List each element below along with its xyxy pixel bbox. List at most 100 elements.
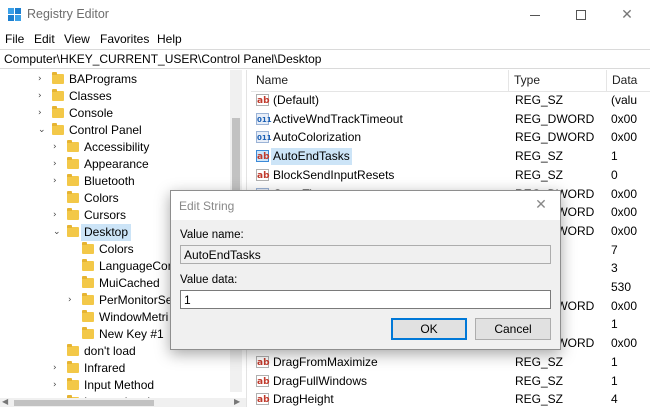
value-data: 1 xyxy=(611,373,618,388)
value-name: BlockSendInputResets xyxy=(273,167,395,182)
close-button[interactable]: ✕ xyxy=(604,0,650,30)
menu-help[interactable]: Help xyxy=(157,32,182,46)
folder-icon xyxy=(67,157,79,169)
tree-item-label: Bluetooth xyxy=(84,174,135,188)
menu-favorites[interactable]: Favorites xyxy=(100,32,149,46)
value-row[interactable]: ab DragFullWindows REG_SZ 1 xyxy=(251,372,650,391)
expand-chevron-icon[interactable]: › xyxy=(53,159,63,169)
tree-item[interactable]: › Appearance xyxy=(0,156,240,173)
value-data: 7 xyxy=(611,242,618,257)
value-type: REG_SZ xyxy=(515,93,564,107)
reg-string-icon: ab xyxy=(256,393,270,406)
reg-string-icon: ab xyxy=(256,168,270,181)
cancel-button[interactable]: Cancel xyxy=(475,318,551,340)
expand-chevron-icon[interactable]: › xyxy=(53,210,63,220)
folder-icon xyxy=(82,293,94,305)
expand-chevron-icon xyxy=(68,244,78,254)
folder-icon xyxy=(67,191,79,203)
close-icon: ✕ xyxy=(621,7,633,23)
expand-chevron-icon[interactable]: › xyxy=(68,295,78,305)
value-row[interactable]: 011 ActiveWndTrackTimeout REG_DWORD 0x00 xyxy=(251,110,650,129)
reg-binary-icon: 011 xyxy=(256,131,272,144)
tree-item[interactable]: › Infrared xyxy=(0,360,240,377)
tree-item-label: Colors xyxy=(99,242,134,256)
tree-item[interactable]: › Accessibility xyxy=(0,139,240,156)
value-data: 3 xyxy=(611,261,618,276)
value-type: REG_DWORD xyxy=(515,130,595,145)
reg-binary-icon: 011 xyxy=(256,112,272,125)
expand-chevron-icon xyxy=(68,261,78,271)
tree-item[interactable]: › Console xyxy=(0,105,240,122)
tree-item[interactable]: › Classes xyxy=(0,88,240,105)
minimize-icon xyxy=(530,15,540,16)
value-data: 1 xyxy=(611,149,618,164)
tree-item-label: Cursors xyxy=(84,208,127,222)
expand-chevron-icon[interactable]: › xyxy=(53,176,63,186)
value-type: REG_SZ xyxy=(515,392,564,407)
tree-item[interactable]: › Bluetooth xyxy=(0,173,240,190)
expand-chevron-icon[interactable]: › xyxy=(38,74,48,84)
menu-edit[interactable]: Edit xyxy=(34,32,55,46)
value-row[interactable]: ab (Default) REG_SZ (valu xyxy=(251,91,650,110)
tree-item-label: Console xyxy=(69,106,114,120)
menu-file[interactable]: File xyxy=(5,32,24,46)
reg-string-icon: ab xyxy=(256,94,270,106)
value-data-label: Value data: xyxy=(180,274,238,286)
value-data: 530 xyxy=(611,280,632,294)
expand-chevron-icon[interactable]: › xyxy=(38,108,48,118)
tree-item-label: Desktop xyxy=(81,224,132,241)
value-row[interactable]: ab DragFromMaximize REG_SZ 1 xyxy=(251,353,650,372)
tree-item-label: New Key #1 xyxy=(99,327,164,341)
value-type: REG_SZ xyxy=(515,373,564,388)
tree-item[interactable]: › Input Method xyxy=(0,377,240,394)
value-data: 0x00 xyxy=(611,298,638,313)
tree-item[interactable]: › BAPrograms xyxy=(0,71,240,88)
value-name-label: Value name: xyxy=(180,229,244,241)
folder-icon xyxy=(82,327,94,339)
value-name-field[interactable] xyxy=(180,245,551,264)
tree-item-label: Classes xyxy=(69,89,112,103)
value-name: DragFullWindows xyxy=(273,373,368,388)
value-type: REG_SZ xyxy=(515,149,564,164)
collapse-chevron-icon[interactable]: ⌄ xyxy=(38,125,48,135)
minimize-button[interactable] xyxy=(512,0,558,30)
tree-item[interactable]: ⌄ Control Panel xyxy=(0,122,240,139)
expand-chevron-icon xyxy=(68,312,78,322)
column-header-name[interactable]: Name xyxy=(251,70,509,91)
tree-hscroll-thumb[interactable] xyxy=(14,400,154,406)
scroll-left-icon[interactable]: ◀ xyxy=(2,397,8,406)
value-data: 0 xyxy=(611,167,618,182)
column-header-type[interactable]: Type xyxy=(509,70,607,91)
ok-button[interactable]: OK xyxy=(391,318,467,340)
expand-chevron-icon xyxy=(68,329,78,339)
reg-string-icon: ab xyxy=(256,374,270,387)
value-row[interactable]: ab DragHeight REG_SZ 4 xyxy=(251,390,650,407)
maximize-button[interactable] xyxy=(558,0,604,30)
address-path[interactable]: Computer\HKEY_CURRENT_USER\Control Panel… xyxy=(4,52,321,66)
folder-icon xyxy=(67,344,79,356)
folder-icon xyxy=(67,208,79,220)
value-row[interactable]: 011 AutoColorization REG_DWORD 0x00 xyxy=(251,128,650,147)
value-name: AutoEndTasks xyxy=(271,148,352,166)
address-bar[interactable]: Computer\HKEY_CURRENT_USER\Control Panel… xyxy=(0,49,650,69)
column-header-data[interactable]: Data xyxy=(607,70,650,91)
value-data: 0x00 xyxy=(611,186,638,201)
expand-chevron-icon[interactable]: › xyxy=(53,380,63,390)
folder-icon xyxy=(82,310,94,322)
folder-icon xyxy=(82,276,94,288)
value-data-field[interactable] xyxy=(180,290,551,309)
maximize-icon xyxy=(576,10,586,20)
value-row[interactable]: ab AutoEndTasks REG_SZ 1 xyxy=(251,147,650,166)
expand-chevron-icon[interactable]: › xyxy=(53,363,63,373)
folder-icon xyxy=(82,259,94,271)
value-type: REG_SZ xyxy=(515,167,564,182)
scroll-right-icon[interactable]: ▶ xyxy=(234,397,240,406)
dialog-close-icon[interactable]: ✕ xyxy=(531,195,551,215)
expand-chevron-icon[interactable]: › xyxy=(38,91,48,101)
expand-chevron-icon[interactable]: › xyxy=(53,142,63,152)
value-row[interactable]: ab BlockSendInputResets REG_SZ 0 xyxy=(251,166,650,185)
collapse-chevron-icon[interactable]: ⌄ xyxy=(53,227,63,237)
value-data: 1 xyxy=(611,317,618,332)
tree-item-label: LanguageCon xyxy=(99,259,175,273)
menu-view[interactable]: View xyxy=(64,32,90,46)
